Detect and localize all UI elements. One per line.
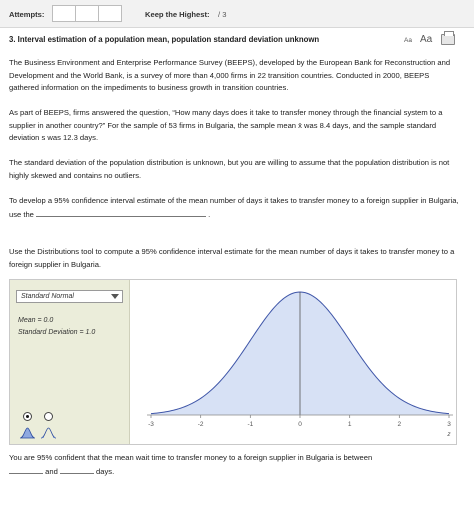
answer-text: You are 95% confident that the mean wait… xyxy=(9,453,373,462)
answer-statement: You are 95% confident that the mean wait… xyxy=(9,452,459,478)
x-axis-label: z xyxy=(446,431,451,438)
tool-control-panel: Standard Normal Mean = 0.0 Standard Devi… xyxy=(10,280,130,444)
paragraph-intro: The Business Environment and Enterprise … xyxy=(9,58,451,93)
upper-bound-input[interactable] xyxy=(59,465,94,474)
distribution-selected-value: Standard Normal xyxy=(21,293,74,300)
increase-font-button[interactable]: Aa xyxy=(420,34,432,45)
attempts-bar: Attempts: Keep the Highest: / 3 xyxy=(0,0,474,28)
chevron-down-icon xyxy=(111,294,119,299)
two-tail-curve-icon[interactable] xyxy=(40,426,57,439)
keep-highest-label: Keep the Highest: xyxy=(145,10,210,19)
paragraph-instruction: Use the Distributions tool to compute a … xyxy=(9,247,455,269)
attempt-box-2 xyxy=(75,5,99,22)
answer-days: days. xyxy=(96,466,115,476)
mode-radio-one-tail[interactable] xyxy=(23,412,32,421)
paragraph-method: To develop a 95% confidence interval est… xyxy=(9,195,459,221)
distributions-tool: Standard Normal Mean = 0.0 Standard Devi… xyxy=(9,279,457,445)
keep-highest-value: / 3 xyxy=(218,10,227,19)
x-tick-label: 0 xyxy=(298,421,302,428)
x-tick-label: -1 xyxy=(247,421,253,428)
answer-and: and xyxy=(45,466,58,476)
print-icon[interactable] xyxy=(441,31,455,45)
x-tick-label: -3 xyxy=(148,421,154,428)
attempts-label: Attempts: xyxy=(9,10,45,19)
attempt-box-3 xyxy=(98,5,122,22)
mean-readout: Mean = 0.0 xyxy=(18,317,54,324)
decrease-font-button[interactable]: Aa xyxy=(404,37,412,44)
x-tick-label: -2 xyxy=(198,421,204,428)
mode-radio-two-tail[interactable] xyxy=(44,412,53,421)
attempt-boxes xyxy=(52,5,122,22)
x-tick-label: 2 xyxy=(398,421,402,428)
x-tick-label: 1 xyxy=(348,421,352,428)
method-answer-blank[interactable] xyxy=(36,208,207,217)
distribution-dropdown[interactable]: Standard Normal xyxy=(16,290,123,303)
attempt-box-1 xyxy=(52,5,76,22)
paragraph-assumption: The standard deviation of the population… xyxy=(9,158,450,180)
x-tick-label: 3 xyxy=(447,421,451,428)
question-title: 3. Interval estimation of a population m… xyxy=(9,35,320,44)
distribution-plot[interactable]: -3 -2 -1 0 1 2 3 z xyxy=(131,280,457,444)
paragraph-sample: As part of BEEPS, firms answered the que… xyxy=(9,108,443,143)
sd-readout: Standard Deviation = 1.0 xyxy=(18,329,96,336)
lower-bound-input[interactable] xyxy=(9,465,43,474)
one-tail-curve-icon[interactable] xyxy=(19,426,36,439)
method-period: . xyxy=(208,209,211,219)
